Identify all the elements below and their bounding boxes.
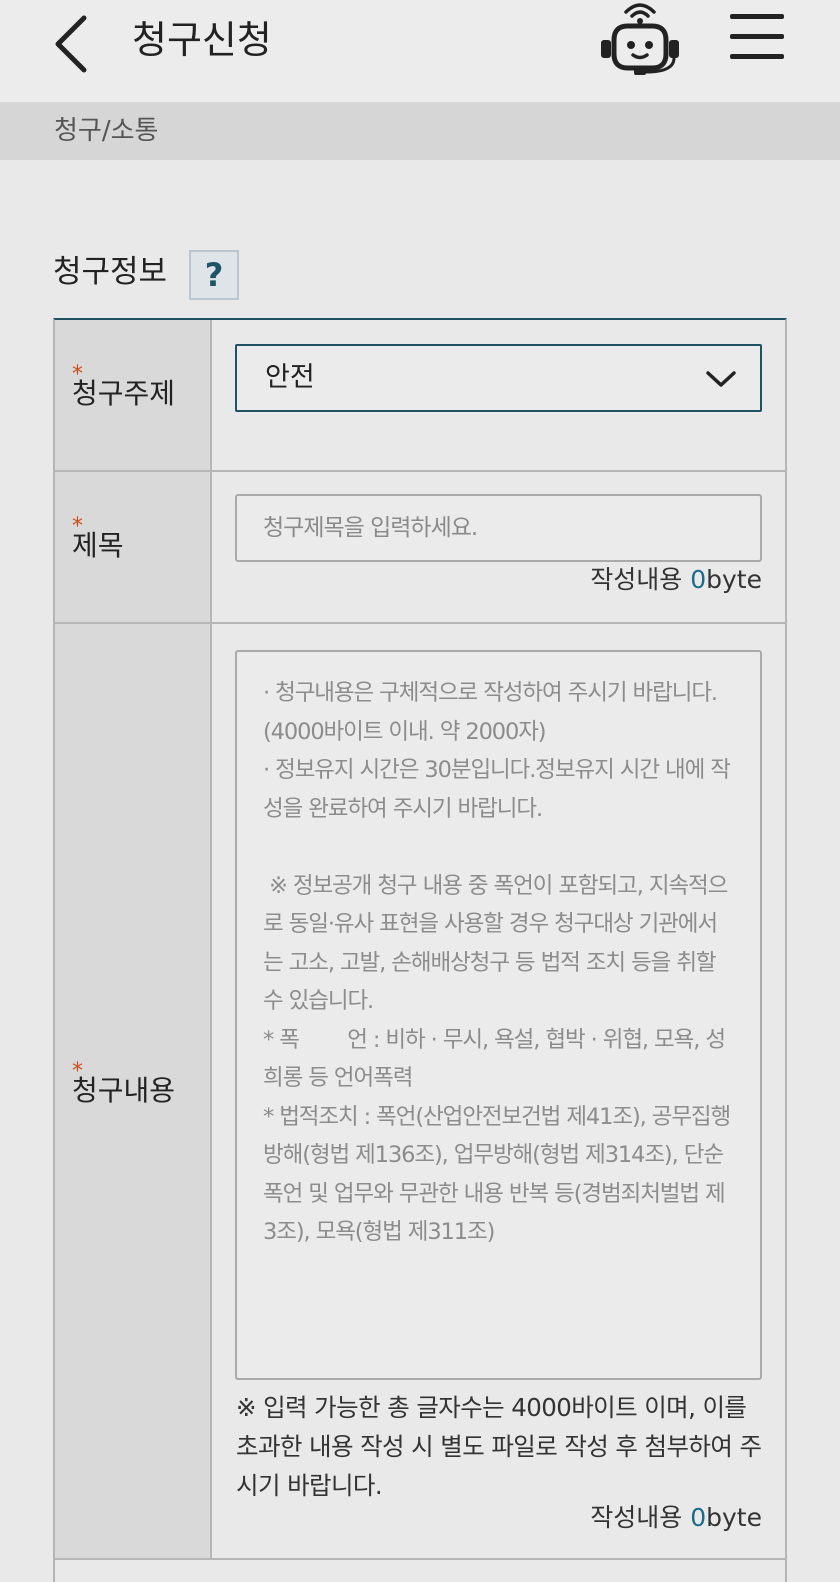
byte-count: 0: [690, 1503, 707, 1532]
topic-select[interactable]: 안전: [235, 344, 762, 412]
app-header: 청구신청: [0, 0, 840, 102]
page-title: 청구신청: [132, 18, 272, 62]
chevron-left-icon: [55, 15, 87, 73]
content-byte-counter: 작성내용 0byte: [362, 1502, 762, 1534]
byte-unit: byte: [706, 565, 762, 594]
content-label: 청구내용: [72, 1074, 176, 1107]
form-row-topic: * 청구주제 안전: [55, 320, 785, 472]
content-textarea[interactable]: [235, 650, 762, 1380]
byte-count: 0: [690, 565, 707, 594]
hamburger-menu-icon: [730, 14, 784, 59]
menu-button[interactable]: [730, 12, 786, 62]
subject-input[interactable]: [235, 494, 762, 562]
breadcrumb-item[interactable]: 청구/소통: [54, 114, 158, 148]
subject-label: 제목: [72, 529, 124, 562]
help-button[interactable]: ?: [189, 250, 239, 300]
byte-counter-label: 작성내용: [590, 1503, 691, 1532]
chatbot-button[interactable]: [600, 0, 680, 76]
label-cell: * 제목: [55, 472, 212, 622]
request-form: * 청구주제 안전 * 제목 * 청구내용 작성내용 0byte ※ 입력 가능…: [53, 318, 787, 1582]
label-cell: * 청구주제: [55, 320, 212, 470]
section-title: 청구정보: [53, 254, 168, 290]
label-cell: * 청구내용: [55, 624, 212, 1558]
back-button[interactable]: [48, 12, 96, 76]
subject-byte-counter: 작성내용 0byte: [362, 564, 762, 596]
byte-counter-label: 작성내용: [590, 565, 691, 594]
content-notice: ※ 입력 가능한 총 글자수는 4000바이트 이며, 이를 초과한 내용 작성…: [236, 1393, 762, 1500]
byte-unit: byte: [706, 1503, 762, 1532]
topic-label: 청구주제: [72, 377, 176, 410]
chevron-down-icon: [706, 371, 736, 387]
breadcrumb: 청구/소통: [0, 102, 840, 160]
topic-selected-value: 안전: [265, 362, 315, 393]
robot-headset-icon: [601, 3, 679, 75]
